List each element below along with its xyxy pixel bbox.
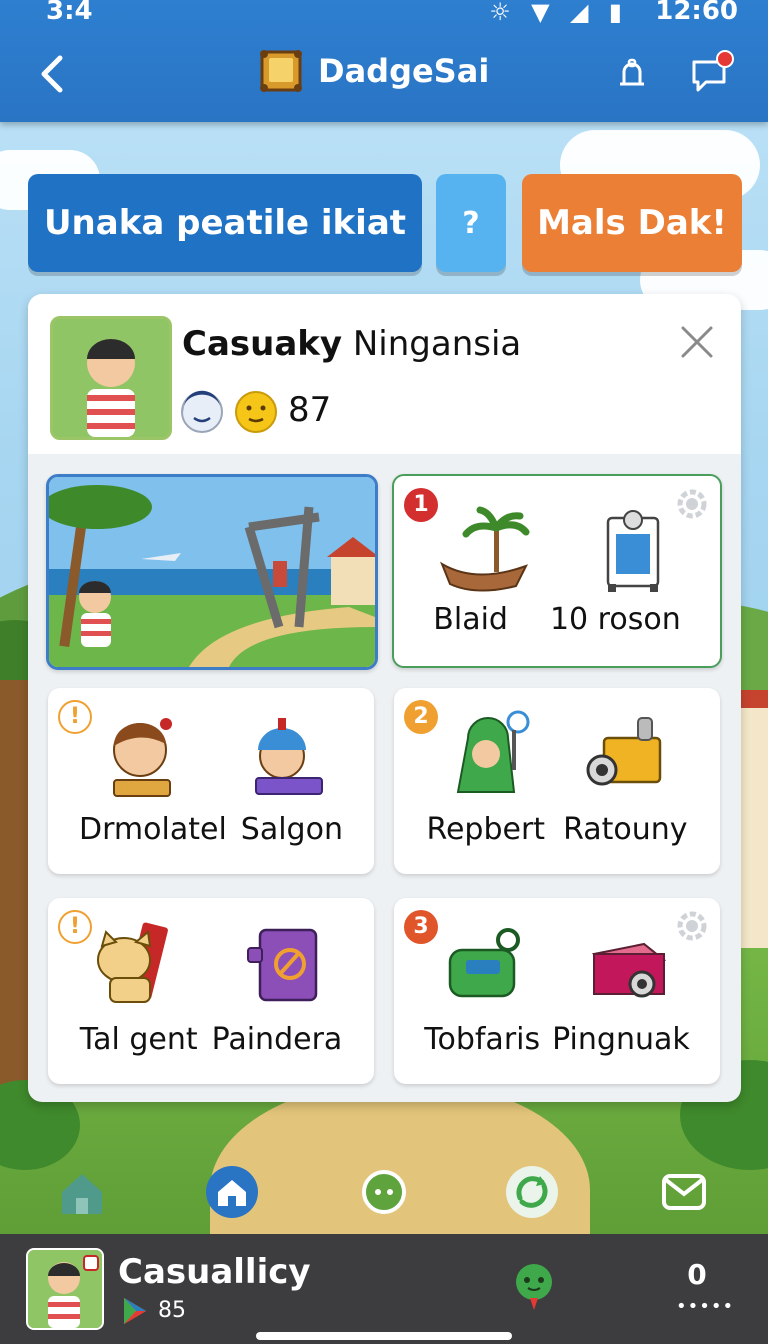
profile-level: 85 — [158, 1298, 186, 1323]
profile-count: 0 — [687, 1258, 707, 1291]
tile-labels: Drmolatel Salgon — [48, 812, 374, 847]
home-indicator[interactable] — [256, 1332, 512, 1340]
item-label: Pingnuak — [552, 1022, 690, 1057]
profile-bar[interactable]: Casuallicy 85 0 ••••• — [0, 1234, 768, 1344]
purple-book-icon — [247, 928, 318, 1002]
item-tile[interactable]: 1 Blaid 10 roson — [392, 474, 722, 668]
back-button[interactable] — [34, 52, 74, 96]
player-avatar — [50, 316, 172, 440]
close-button[interactable] — [677, 324, 717, 364]
gear-icon — [677, 911, 707, 941]
player-header: Casuaky Ningansia 87 — [28, 294, 741, 454]
tile-labels: Tal gent Paindera — [48, 1022, 374, 1057]
profile-name: Casuallicy — [118, 1252, 311, 1292]
mail-icon — [662, 1174, 706, 1210]
child-reading-icon — [113, 718, 172, 797]
player-name-first: Casuaky — [182, 324, 343, 364]
child-hat-icon — [255, 718, 323, 795]
player-card: Casuaky Ningansia 87 1 Blaid 10 roson ! … — [28, 294, 741, 1102]
item-label: Drmolatel — [79, 812, 227, 847]
main-action-button[interactable]: Unaka peatile ikiat — [28, 174, 422, 272]
cabinet-icon — [606, 510, 660, 592]
item-label: Salgon — [240, 812, 343, 847]
item-label: Tal gent — [79, 1022, 198, 1057]
green-hood-character-icon — [456, 710, 530, 793]
item-tile[interactable]: 3 Tobfaris Pingnuak — [394, 898, 720, 1084]
nav-refresh[interactable] — [504, 1164, 560, 1220]
bell-icon — [620, 58, 644, 86]
nav-home-active[interactable] — [204, 1164, 260, 1220]
item-label: Ratouny — [563, 812, 688, 847]
item-label: 10 roson — [549, 602, 681, 637]
status-time-right: 12:60 — [655, 0, 738, 26]
beach-scene-image — [49, 477, 375, 667]
status-bar: 3:4 ☼ ▼ ◢ ▮ 12:60 — [0, 0, 768, 32]
status-icons: ☼ ▼ ◢ ▮ — [489, 0, 628, 26]
featured-scene-tile[interactable] — [46, 474, 378, 670]
nav-menu[interactable] — [356, 1164, 412, 1220]
item-label: Repbert — [426, 812, 546, 847]
tile-badge: ! — [58, 700, 92, 734]
back-arrow-icon — [41, 55, 63, 93]
help-button[interactable]: ? — [436, 174, 506, 272]
refresh-icon — [506, 1166, 558, 1218]
more-dots[interactable]: ••••• — [676, 1296, 734, 1317]
nav-home[interactable] — [54, 1164, 110, 1220]
tile-badge: 1 — [404, 488, 438, 522]
tile-badge: 2 — [404, 700, 438, 734]
tile-labels: Repbert Ratouny — [394, 812, 720, 847]
item-tile[interactable]: ! Tal gent Paindera — [48, 898, 374, 1084]
item-label: Paindera — [211, 1022, 343, 1057]
player-score: 87 — [288, 390, 332, 430]
smiley-icon — [235, 391, 277, 433]
profile-avatar — [26, 1248, 104, 1330]
gear-icon — [677, 489, 707, 519]
treasure-book-icon — [260, 50, 302, 92]
tile-badge: 3 — [404, 910, 438, 944]
pet-icon — [516, 1264, 552, 1310]
home-active-icon — [206, 1166, 258, 1218]
close-icon — [681, 326, 713, 358]
item-label: Blaid — [433, 602, 508, 637]
player-name: Casuaky Ningansia — [182, 324, 521, 364]
notification-dot — [716, 50, 734, 68]
cta-button[interactable]: Mals Dak! — [522, 174, 742, 272]
bottom-nav — [0, 1150, 768, 1234]
app-title: DadgeSai — [318, 52, 490, 90]
green-device-icon — [448, 928, 520, 998]
item-tile[interactable]: 2 Repbert Ratouny — [394, 688, 720, 874]
nav-mail[interactable] — [656, 1164, 712, 1220]
item-label: Tobfaris — [424, 1022, 541, 1057]
home-icon — [62, 1174, 102, 1214]
play-store-icon — [124, 1298, 146, 1324]
camera-box-icon — [586, 717, 662, 786]
item-tile[interactable]: ! Drmolatel Salgon — [48, 688, 374, 874]
tile-labels: Blaid 10 roson — [394, 602, 720, 637]
chat-button[interactable] — [690, 50, 734, 94]
pink-box-icon — [591, 942, 667, 998]
status-time-left: 3:4 — [46, 0, 93, 26]
player-name-rest: Ningansia — [342, 324, 522, 364]
cat-book-icon — [97, 922, 168, 1003]
moon-face-icon — [181, 390, 223, 433]
boat-palm-icon — [439, 506, 530, 592]
bell-button[interactable] — [612, 54, 652, 94]
tile-labels: Tobfaris Pingnuak — [394, 1022, 720, 1057]
circle-menu-icon — [362, 1170, 406, 1214]
